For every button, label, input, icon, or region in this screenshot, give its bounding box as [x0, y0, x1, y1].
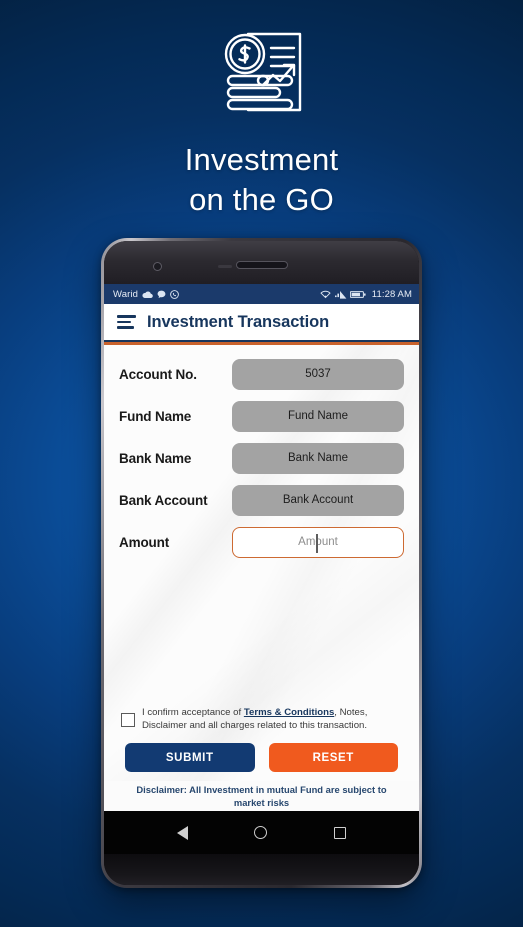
status-bar: Warid 11:28 AM: [104, 284, 419, 304]
hero-title-line2: on the GO: [189, 182, 334, 217]
bank-account-input[interactable]: Bank Account: [232, 484, 404, 516]
recents-icon[interactable]: [333, 826, 346, 839]
field-row-amount: Amount Amount: [119, 526, 404, 558]
fund-name-input[interactable]: Fund Name: [232, 400, 404, 432]
form-actions: SUBMIT RESET: [119, 743, 404, 773]
field-row-bank-account: Bank Account Bank Account: [119, 484, 404, 516]
terms-and-conditions-link[interactable]: Terms & Conditions: [244, 707, 334, 718]
chat-icon: [157, 290, 166, 298]
hamburger-menu-icon[interactable]: [117, 315, 136, 329]
cloud-icon: [142, 291, 153, 298]
status-bar-left: Warid: [113, 289, 179, 300]
whatsapp-icon: [170, 289, 179, 299]
field-row-account-no: Account No. 5037: [119, 358, 404, 390]
phone-top-bezel: [104, 241, 419, 284]
phone-inner: Warid 11:28 AM Investment Transaction Ac…: [104, 241, 419, 885]
front-camera-icon: [153, 262, 162, 271]
field-label: Amount: [119, 534, 170, 550]
home-icon[interactable]: [254, 826, 268, 839]
field-label: Bank Account: [119, 492, 208, 508]
investment-form: Account No. 5037 Fund Name Fund Name Ban…: [104, 344, 419, 808]
app-header: Investment Transaction: [104, 304, 419, 342]
page-title: Investment Transaction: [147, 312, 330, 331]
signal-icon: [334, 290, 347, 299]
field-row-bank-name: Bank Name Bank Name: [119, 442, 404, 474]
field-label: Fund Name: [119, 408, 192, 424]
reset-button[interactable]: RESET: [268, 743, 398, 773]
app-screen: Warid 11:28 AM Investment Transaction Ac…: [104, 284, 419, 811]
account-no-input[interactable]: 5037: [232, 358, 404, 390]
terms-text: I confirm acceptance of Terms & Conditio…: [142, 706, 400, 733]
submit-button[interactable]: SUBMIT: [125, 743, 255, 773]
bank-name-input[interactable]: Bank Name: [232, 442, 404, 474]
field-label: Account No.: [119, 366, 197, 382]
promo-screen: Investment on the GO Warid 11:28 AM Inve…: [0, 0, 523, 927]
terms-text-before: I confirm acceptance of: [142, 706, 244, 718]
status-bar-time: 11:28 AM: [371, 288, 412, 300]
proximity-sensor-icon: [218, 265, 232, 268]
hero-title-line1: Investment: [184, 142, 339, 177]
status-bar-right: 11:28 AM: [320, 289, 412, 300]
wifi-icon: [320, 290, 331, 298]
terms-checkbox[interactable]: [121, 712, 135, 727]
phone-bottom-bezel: [104, 854, 419, 885]
text-caret: [316, 533, 318, 553]
hero-title: Investment on the GO: [0, 140, 523, 220]
amount-placeholder: Amount: [298, 536, 338, 548]
phone-device: Warid 11:28 AM Investment Transaction Ac…: [101, 238, 422, 888]
terms-acceptance-row: I confirm acceptance of Terms & Conditio…: [119, 706, 404, 733]
investment-document-icon: [216, 26, 308, 118]
earpiece-speaker: [235, 261, 288, 269]
back-icon[interactable]: [177, 825, 189, 840]
battery-icon: [350, 290, 366, 298]
carrier-label: Warid: [113, 288, 138, 300]
amount-input[interactable]: Amount: [232, 526, 404, 558]
field-label: Bank Name: [119, 450, 192, 466]
disclaimer-text: Disclaimer: All Investment in mutual Fun…: [136, 784, 387, 809]
android-nav-bar: [104, 811, 419, 854]
field-row-fund-name: Fund Name Fund Name: [119, 400, 404, 432]
